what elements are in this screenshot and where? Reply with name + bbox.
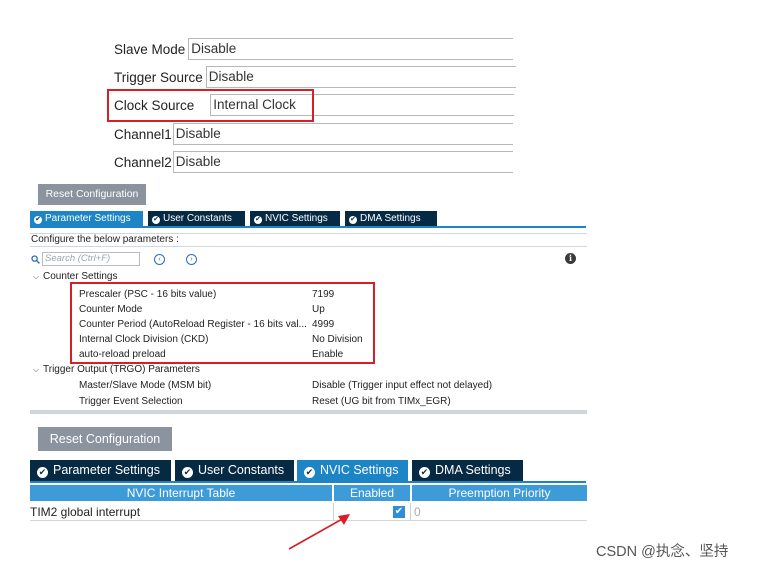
annotation-arrow <box>288 514 350 550</box>
watermark: CSDN @执念、坚持 <box>596 544 729 560</box>
